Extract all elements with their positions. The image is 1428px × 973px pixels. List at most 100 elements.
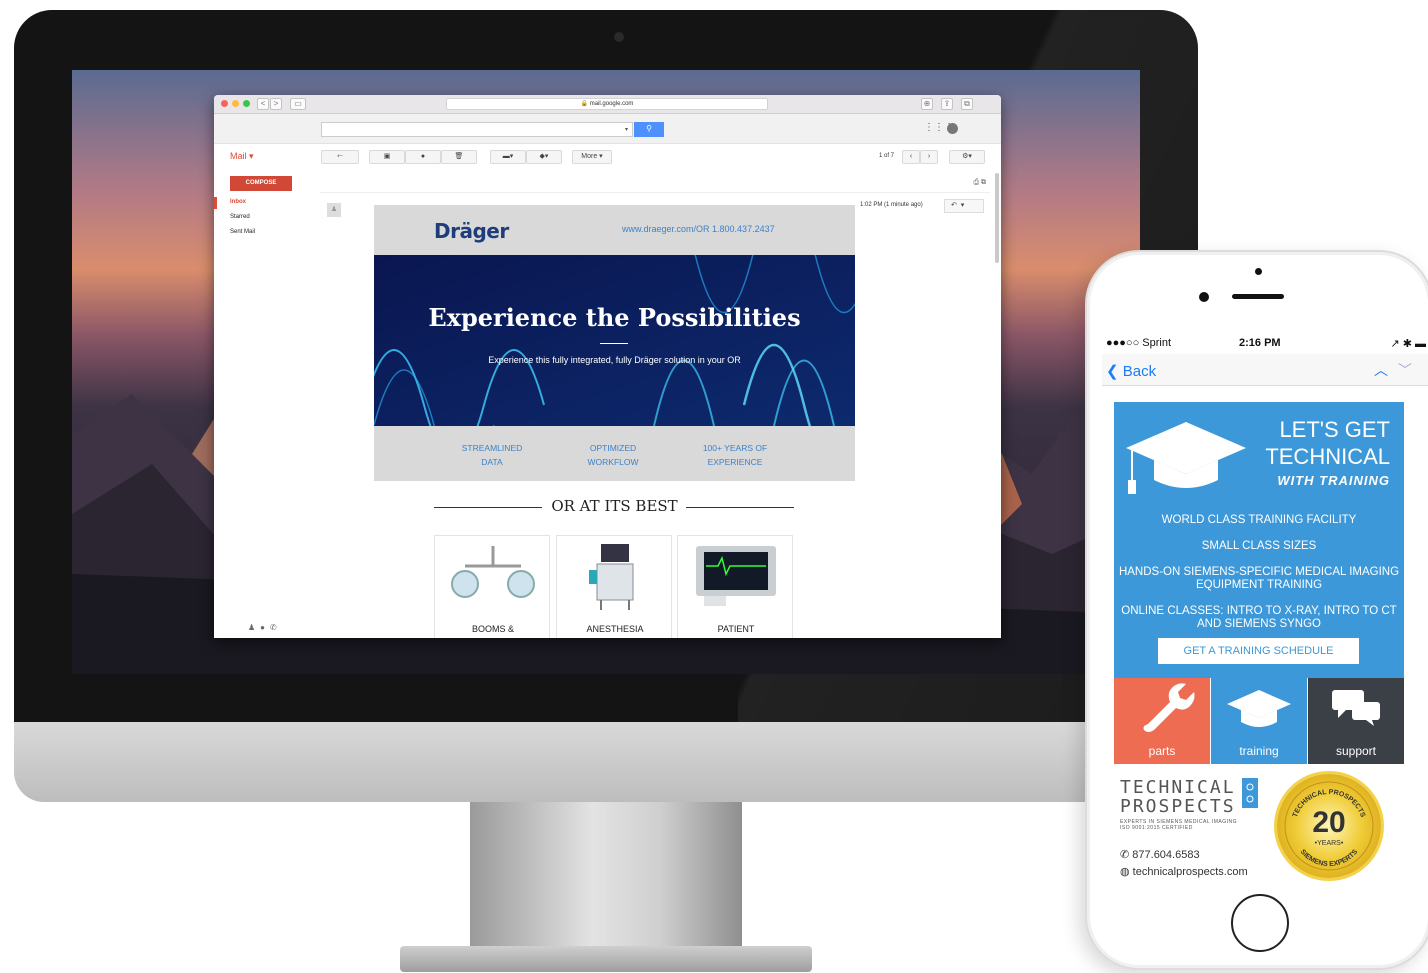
company-logo-text[interactable]: TECHNICAL PROSPECTS [1120, 778, 1236, 816]
feature-optimized-workflow[interactable]: OPTIMIZED WORKFLOW [563, 441, 663, 469]
sidebar-item-starred[interactable]: Starred [230, 214, 250, 220]
company-line: PROSPECTS [1120, 796, 1236, 817]
bullet-item: WORLD CLASS TRAINING FACILITY [1161, 514, 1357, 526]
back-to-inbox-button[interactable]: ⇽ [321, 150, 359, 164]
product-card-anesthesia[interactable]: ANESTHESIA [556, 535, 672, 638]
ad-hero: LET'S GET TECHNICAL WITH TRAINING WORLD C… [1114, 402, 1404, 678]
feature-line: OPTIMIZED [589, 443, 637, 453]
proximity-sensor [1255, 268, 1262, 275]
newer-button[interactable]: ‹ [902, 150, 920, 164]
tile-training[interactable]: training [1211, 678, 1307, 764]
traffic-lights [221, 100, 250, 107]
account-avatar[interactable] [947, 123, 958, 134]
sidebar-item-sent[interactable]: Sent Mail [230, 229, 255, 235]
back-button[interactable]: < [257, 98, 269, 110]
share-icon[interactable]: ⇪ [941, 98, 953, 110]
sender-avatar: ♟ [327, 203, 341, 217]
chevron-up-icon[interactable]: ︿ [1374, 362, 1398, 378]
minimize-button[interactable] [232, 100, 239, 107]
imac-chin [14, 722, 1198, 802]
headline-line: TECHNICAL [1265, 444, 1390, 469]
company-website[interactable]: ◍ technicalprospects.com [1120, 865, 1248, 878]
drager-logo[interactable]: Dräger [434, 219, 509, 243]
move-to-button[interactable]: ▬▾ [490, 150, 526, 164]
older-button[interactable]: › [920, 150, 938, 164]
tile-label: training [1239, 744, 1279, 758]
hero-banner[interactable]: Experience the Possibilities Experience … [374, 255, 855, 426]
compose-button[interactable]: COMPOSE [230, 176, 292, 191]
back-label: Back [1122, 363, 1157, 380]
phone-icon[interactable]: ✆ [270, 623, 282, 632]
settings-gear-icon[interactable]: ⚙▾ [949, 150, 985, 164]
email-contact-link[interactable]: www.draeger.com/OR 1.800.437.2437 [622, 224, 775, 234]
home-button[interactable] [1231, 894, 1289, 952]
close-button[interactable] [221, 100, 228, 107]
graduation-cap-icon [1126, 422, 1246, 494]
battery-icon: ↗ ✱ ▬ [1390, 338, 1426, 350]
search-button[interactable]: ⚲ [634, 122, 664, 137]
search-options-icon[interactable]: ▾ [625, 126, 628, 133]
graduation-cap-icon [1227, 690, 1291, 727]
company-tagline: EXPERTS IN SIEMENS MEDICAL IMAGING ISO 90… [1120, 819, 1237, 831]
zoom-button[interactable] [243, 100, 250, 107]
scrollbar[interactable] [995, 173, 999, 263]
mail-menu[interactable]: Mail ▾ [230, 151, 254, 162]
earpiece-speaker [1232, 294, 1284, 299]
url-text: mail.google.com [589, 101, 634, 107]
gmail-header: ▾ ⚲ ⋮⋮⋮ [214, 114, 1001, 144]
heading-rule-right [686, 507, 794, 508]
company-phone[interactable]: ✆ 877.604.6583 [1120, 848, 1200, 861]
message-header: ⎙ ⧉ [320, 171, 990, 193]
phone-screen: ●●●○○ Sprint 2:16 PM ↗ ✱ ▬ ❮ Back ︿﹀ LET… [1102, 334, 1428, 884]
more-button[interactable]: More ▾ [572, 150, 612, 164]
section-heading-block: OR AT ITS BEST [374, 481, 855, 533]
feature-line: EXPERIENCE [707, 457, 763, 467]
sidebar-icon[interactable]: ▭ [290, 98, 306, 110]
headline-line: LET'S GET [1279, 417, 1390, 442]
ad-subheadline: WITH TRAINING [1277, 473, 1390, 488]
status-bar: ●●●○○ Sprint 2:16 PM ↗ ✱ ▬ [1102, 334, 1428, 352]
features-strip: STREAMLINED DATA OPTIMIZED WORKFLOW 100+ Y… [374, 426, 855, 481]
archive-button[interactable]: ▣ [369, 150, 405, 164]
lock-icon: 🔒 [580, 101, 589, 107]
hangouts-icon[interactable]: ● [260, 623, 270, 632]
back-button[interactable]: ❮ Back [1106, 362, 1156, 380]
labels-button[interactable]: ◆▾ [526, 150, 562, 164]
chevron-down-icon[interactable]: ﹀ [1398, 362, 1422, 378]
carrier-label: ●●●○○ Sprint [1106, 337, 1172, 349]
company-line: TECHNICAL [1120, 777, 1236, 798]
feature-line: DATA [481, 457, 503, 467]
feature-experience[interactable]: 100+ YEARS OF EXPERIENCE [685, 441, 785, 469]
training-schedule-button[interactable]: GET A TRAINING SCHEDULE [1158, 638, 1359, 664]
hero-divider [600, 343, 628, 344]
anesthesia-machine-image [589, 544, 634, 610]
patient-monitor-image [696, 546, 776, 606]
feature-line: 100+ YEARS OF [702, 443, 768, 453]
sidebar-item-inbox[interactable]: Inbox [230, 199, 246, 205]
tile-support[interactable]: support [1308, 678, 1404, 764]
product-card-booms[interactable]: BOOMS & [434, 535, 550, 638]
delete-button[interactable]: 🗑 [441, 150, 477, 164]
mail-navbar: ❮ Back ︿﹀ [1102, 354, 1428, 386]
globe-icon: ◍ [1120, 866, 1130, 878]
download-icon[interactable]: ⊕ [921, 98, 933, 110]
tile-label: support [1335, 744, 1377, 758]
tabs-icon[interactable]: ⧉ [961, 98, 973, 110]
print-icon[interactable]: ⎙ ⧉ [973, 179, 986, 187]
reply-button[interactable]: ↶ ▾ [944, 199, 984, 213]
contacts-icon[interactable]: ♟ [248, 623, 260, 632]
search-input[interactable]: ▾ [321, 122, 633, 137]
address-bar[interactable]: 🔒 mail.google.com [446, 98, 768, 110]
status-time: 2:16 PM [1239, 337, 1281, 349]
hero-title: Experience the Possibilities [428, 303, 801, 332]
tile-parts[interactable]: parts [1114, 678, 1210, 764]
forward-button[interactable]: > [270, 98, 282, 110]
logo-mark-icon [1242, 778, 1258, 808]
report-spam-button[interactable]: ● [405, 150, 441, 164]
product-card-patient[interactable]: PATIENT [677, 535, 793, 638]
pagination-text: 1 of 7 [879, 153, 895, 159]
feature-streamlined-data[interactable]: STREAMLINED DATA [442, 441, 542, 469]
phone-icon: ✆ [1120, 849, 1130, 861]
product-label: BOOMS & [471, 624, 514, 634]
bullet-item: HANDS-ON SIEMENS-SPECIFIC MEDICAL IMAGIN… [1118, 566, 1400, 591]
